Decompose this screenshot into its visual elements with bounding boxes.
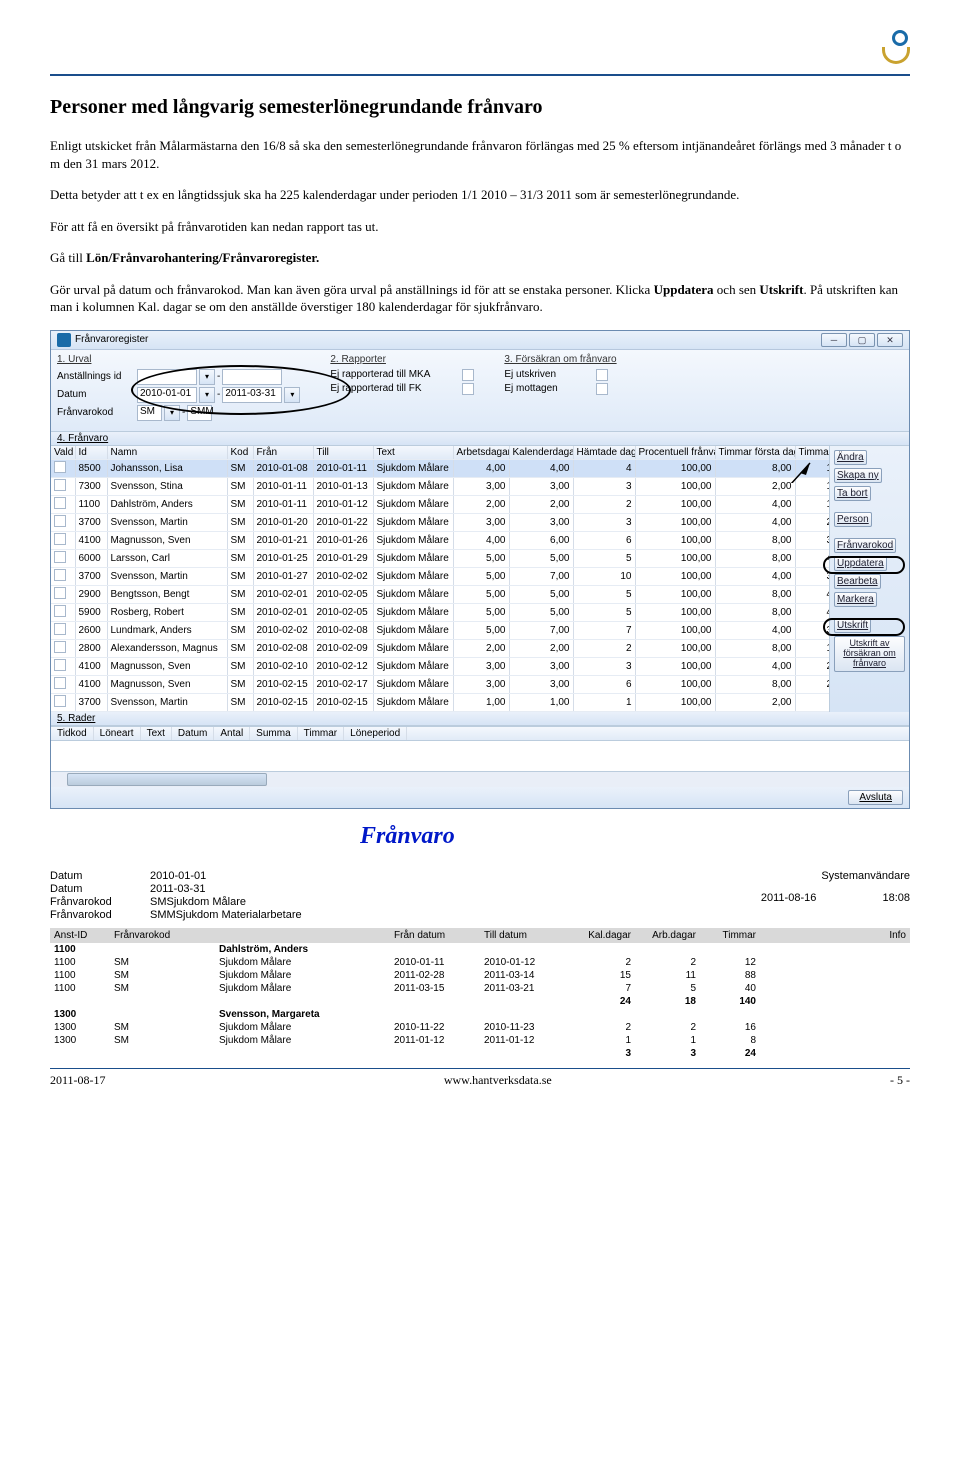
- row-check[interactable]: [54, 605, 66, 617]
- lookup-button[interactable]: ▾: [199, 369, 215, 385]
- table-row[interactable]: 2600Lundmark, AndersSM2010-02-022010-02-…: [51, 621, 829, 639]
- annotation-arrow: [450, 403, 880, 483]
- row-check[interactable]: [54, 641, 66, 653]
- paragraph-3: För att få en översikt på frånvarotiden …: [50, 218, 910, 236]
- page-footer: 2011-08-17 www.hantverksdata.se - 5 -: [50, 1068, 910, 1088]
- table-row[interactable]: 3700Svensson, MartinSM2010-01-202010-01-…: [51, 513, 829, 531]
- header-rule: [50, 74, 910, 76]
- row-check[interactable]: [54, 677, 66, 689]
- table-row[interactable]: 2800Alexandersson, MagnusSM2010-02-08201…: [51, 639, 829, 657]
- rader-body: [51, 741, 909, 771]
- grid-col[interactable]: Från: [253, 446, 313, 460]
- grid-col[interactable]: Kod: [227, 446, 253, 460]
- checkbox-mottagen[interactable]: [596, 383, 608, 395]
- paragraph-4: Gå till Lön/Frånvarohantering/Frånvarore…: [50, 249, 910, 267]
- checkbox-utskriven[interactable]: [596, 369, 608, 381]
- report-row: 1100SMSjukdom Målare2010-01-112010-01-12…: [50, 956, 910, 969]
- report-totals: 3324: [50, 1047, 910, 1060]
- maximize-button[interactable]: ▢: [849, 333, 875, 347]
- kod-to[interactable]: SMM: [187, 405, 212, 421]
- paragraph-2: Detta betyder att t ex en långtidssjuk s…: [50, 186, 910, 204]
- utskrift-button[interactable]: Utskrift: [834, 618, 871, 633]
- checkbox-fk[interactable]: [462, 383, 474, 395]
- row-check[interactable]: [54, 659, 66, 671]
- kod-from[interactable]: SM: [137, 405, 162, 421]
- table-row[interactable]: 4100Magnusson, SvenSM2010-02-152010-02-1…: [51, 675, 829, 693]
- paragraph-1: Enligt utskicket från Målarmästarna den …: [50, 137, 910, 172]
- minimize-button[interactable]: ─: [821, 333, 847, 347]
- row-check[interactable]: [54, 515, 66, 527]
- datum-from[interactable]: 2010-01-01: [137, 387, 197, 403]
- horizontal-scrollbar[interactable]: [51, 771, 909, 787]
- row-check[interactable]: [54, 461, 66, 473]
- table-row[interactable]: 6000Larsson, CarlSM2010-01-252010-01-29S…: [51, 549, 829, 567]
- rader-columns: TidkodLöneartTextDatumAntalSummaTimmarLö…: [51, 726, 909, 741]
- table-row[interactable]: 4100Magnusson, SvenSM2010-01-212010-01-2…: [51, 531, 829, 549]
- person-button[interactable]: Person: [834, 512, 872, 527]
- avsluta-button[interactable]: Avsluta: [848, 790, 903, 805]
- row-check[interactable]: [54, 569, 66, 581]
- row-check[interactable]: [54, 497, 66, 509]
- side-button-panel: ÄndraSkapa nyTa bortPersonFrånvarokodUpp…: [829, 446, 909, 712]
- brand-logo: [882, 30, 910, 64]
- table-row[interactable]: 4100Magnusson, SvenSM2010-02-102010-02-1…: [51, 657, 829, 675]
- datum-to[interactable]: 2011-03-31: [222, 387, 282, 403]
- report-row: 1300SMSjukdom Målare2010-11-222010-11-23…: [50, 1021, 910, 1034]
- grid-col[interactable]: Text: [373, 446, 453, 460]
- report-group-header: 1100Dahlström, Anders: [50, 943, 910, 956]
- window-titlebar: Frånvaroregister ─ ▢ ✕: [51, 331, 909, 350]
- franvaro-grid[interactable]: ValdIdNamnKodFrånTillTextArbetsdagarKale…: [51, 446, 829, 712]
- anst-id-to[interactable]: [222, 369, 282, 385]
- ta-bort-button[interactable]: Ta bort: [834, 486, 871, 501]
- grid-col[interactable]: Vald: [51, 446, 75, 460]
- bearbeta-button[interactable]: Bearbeta: [834, 574, 881, 589]
- row-check[interactable]: [54, 479, 66, 491]
- row-check[interactable]: [54, 551, 66, 563]
- report-totals: 2418140: [50, 995, 910, 1008]
- frånvarokod-button[interactable]: Frånvarokod: [834, 538, 896, 553]
- row-check[interactable]: [54, 587, 66, 599]
- uppdatera-button[interactable]: Uppdatera: [834, 556, 887, 571]
- table-row[interactable]: 3700Svensson, MartinSM2010-01-272010-02-…: [51, 567, 829, 585]
- section-urval: 1. Urval Anställnings id ▾ - Datum 2010-…: [57, 354, 300, 423]
- report-row: 1300SMSjukdom Målare2011-01-122011-01-12…: [50, 1034, 910, 1047]
- window-title: Frånvaroregister: [75, 334, 148, 345]
- lookup-button[interactable]: ▾: [164, 405, 180, 421]
- table-row[interactable]: 2900Bengtsson, BengtSM2010-02-012010-02-…: [51, 585, 829, 603]
- close-button[interactable]: ✕: [877, 333, 903, 347]
- markera-button[interactable]: Markera: [834, 592, 877, 607]
- franvaroregister-window: Frånvaroregister ─ ▢ ✕ 1. Urval Anställn…: [50, 330, 910, 809]
- grid-col[interactable]: Namn: [107, 446, 227, 460]
- table-row[interactable]: 5900Rosberg, RobertSM2010-02-012010-02-0…: [51, 603, 829, 621]
- report-group-header: 1300Svensson, Margareta: [50, 1008, 910, 1021]
- annotation-caption: Frånvaro: [360, 823, 910, 850]
- row-check[interactable]: [54, 533, 66, 545]
- anst-id-from[interactable]: [137, 369, 197, 385]
- page-heading: Personer med långvarig semesterlönegrund…: [50, 96, 910, 119]
- checkbox-mka[interactable]: [462, 369, 474, 381]
- utskrift-av-försäkran-om-frånvaro-button[interactable]: Utskrift av försäkran om frånvaro: [834, 636, 905, 672]
- app-icon: [57, 333, 71, 347]
- section-rader-header: 5. Rader: [51, 712, 909, 726]
- lookup-button[interactable]: ▾: [199, 387, 215, 403]
- report-printout: Datum2010-01-01Datum2011-03-31Frånvaroko…: [50, 870, 910, 1060]
- report-row: 1100SMSjukdom Målare2011-03-152011-03-21…: [50, 982, 910, 995]
- grid-col[interactable]: Id: [75, 446, 107, 460]
- table-row[interactable]: 3700Svensson, MartinSM2010-02-152010-02-…: [51, 693, 829, 711]
- paragraph-5: Gör urval på datum och frånvarokod. Man …: [50, 281, 910, 316]
- row-check[interactable]: [54, 623, 66, 635]
- report-row: 1100SMSjukdom Målare2011-02-282011-03-14…: [50, 969, 910, 982]
- row-check[interactable]: [54, 695, 66, 707]
- lookup-button[interactable]: ▾: [284, 387, 300, 403]
- table-row[interactable]: 1100Dahlström, AndersSM2010-01-112010-01…: [51, 495, 829, 513]
- grid-col[interactable]: Till: [313, 446, 373, 460]
